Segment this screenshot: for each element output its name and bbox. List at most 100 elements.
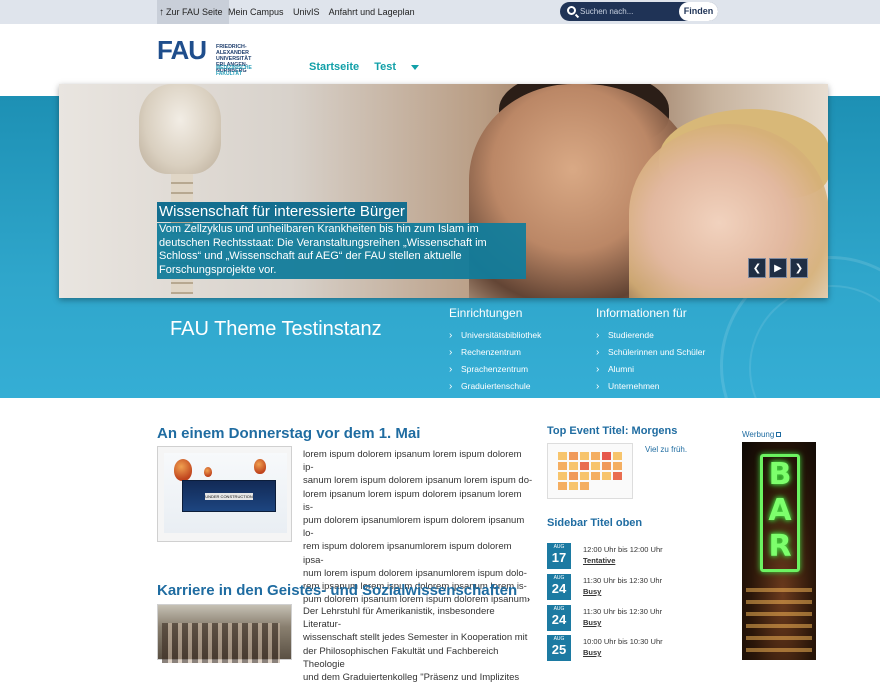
article-title[interactable]: Karriere in den Geistes- und Sozialwisse… — [157, 582, 517, 599]
thumbnail-image: UNDER CONSTRUCTION — [164, 453, 287, 533]
neon-letter: B — [768, 457, 792, 492]
event-status[interactable]: Busy — [583, 618, 601, 627]
link-rechenzentrum[interactable]: Rechenzentrum — [449, 344, 541, 361]
search-input[interactable] — [580, 4, 680, 19]
slider-prev-button[interactable]: ❮ — [748, 258, 766, 278]
excerpt-line: num lorem ispum dolorem ipsanumlorem isp… — [303, 567, 527, 579]
top-event-thumbnail[interactable] — [547, 443, 633, 499]
event-item[interactable]: AUG 24 11:30 Uhr bis 12:30 Uhr Busy — [547, 574, 697, 600]
calendar-cell — [580, 482, 589, 490]
calendar-cell — [613, 462, 622, 470]
links-heading: Einrichtungen — [449, 306, 523, 320]
event-date-badge: AUG 17 — [547, 543, 571, 569]
slide-caption-title[interactable]: Wissenschaft für interessierte Bürger — [157, 202, 407, 222]
article-thumbnail[interactable]: UNDER CONSTRUCTION — [157, 446, 292, 542]
calendar-cell — [580, 462, 589, 470]
event-day: 24 — [551, 612, 567, 627]
neon-letter: R — [768, 529, 792, 564]
link-univis[interactable]: UnivIS — [293, 7, 320, 17]
calendar-cell — [558, 482, 567, 490]
excerpt-line: lorem ipsanum lorem ispum dolorem ipsanu… — [303, 488, 522, 513]
excerpt-line: der Philosophischen Fakultät und Fachber… — [303, 645, 499, 670]
calendar-cell — [591, 452, 600, 460]
bar-advertisement[interactable]: B A R — [742, 442, 816, 660]
excerpt-line: und dem Graduiertenkolleg "Präsenz und I… — [303, 672, 520, 684]
event-status[interactable]: Busy — [583, 587, 601, 596]
article-excerpt: Der Lehrstuhl für Amerikanistik, insbeso… — [303, 605, 533, 684]
link-anfahrt[interactable]: Anfahrt und Lageplan — [329, 7, 415, 17]
event-time: 11:30 Uhr bis 12:30 Uhr — [583, 576, 663, 585]
top-event-title[interactable]: Top Event Titel: Morgens — [547, 425, 677, 437]
search-button[interactable]: Finden — [679, 2, 718, 21]
hero-slider: Wissenschaft für interessierte Bürger Vo… — [59, 84, 828, 298]
link-mein-campus[interactable]: Mein Campus — [228, 7, 284, 17]
search-bar: Finden — [560, 2, 718, 21]
event-item[interactable]: AUG 25 10:00 Uhr bis 10:30 Uhr Busy — [547, 635, 697, 661]
article-thumbnail[interactable] — [157, 604, 292, 663]
thumbnail-banner: UNDER CONSTRUCTION — [182, 480, 276, 512]
calendar-cell — [580, 452, 589, 460]
main-nav: Startseite Test — [309, 61, 443, 73]
logo-line: FRIEDRICH-ALEXANDER — [216, 44, 249, 56]
fau-home-link[interactable]: ↑ Zur FAU Seite — [157, 0, 229, 24]
link-unternehmen[interactable]: Unternehmen — [596, 378, 705, 395]
links-einrichtungen: Einrichtungen Universitätsbibliothek Rec… — [449, 306, 541, 395]
top-event-link[interactable]: Viel zu früh. — [645, 445, 687, 454]
excerpt-line: lorem ispum dolorem ipsanum lorem ispum … — [303, 449, 522, 474]
up-arrow-icon: ↑ — [159, 7, 164, 18]
audience-photo — [162, 623, 280, 663]
ad-label[interactable]: Werbung — [742, 430, 782, 439]
link-sprachenzentrum[interactable]: Sprachenzentrum — [449, 361, 541, 378]
balloon-image — [254, 459, 266, 474]
sidebar-list-title: Sidebar Titel oben — [547, 517, 643, 529]
skeleton-skull-image — [139, 84, 221, 174]
event-date-badge: AUG 25 — [547, 635, 571, 661]
calendar-cell — [558, 472, 567, 480]
calendar-cell — [580, 472, 589, 480]
event-status[interactable]: Busy — [583, 648, 601, 657]
nav-test[interactable]: Test — [374, 61, 431, 73]
calendar-cell — [558, 452, 567, 460]
link-studierende[interactable]: Studierende — [596, 327, 705, 344]
link-schuelerinnen[interactable]: Schülerinnen und Schüler — [596, 344, 705, 361]
logo-faculty: MEDIZINISCHE FAKULTÄT — [216, 65, 252, 77]
links-informationen-fuer: Informationen für Studierende Schülerinn… — [596, 306, 705, 395]
calendar-cell — [569, 462, 578, 470]
top-links: Mein Campus UnivIS Anfahrt und Lageplan — [228, 0, 422, 24]
chevron-down-icon — [411, 64, 420, 70]
neon-letter: A — [768, 493, 792, 528]
link-graduiertenschule[interactable]: Graduiertenschule — [449, 378, 541, 395]
calendar-cell — [613, 452, 622, 460]
excerpt-line: pum dolorem ipsanumlorem ispum dolorem i… — [303, 515, 525, 540]
search-icon — [567, 6, 576, 15]
balloon-image — [174, 459, 192, 481]
event-day: 17 — [551, 550, 567, 565]
excerpt-line: Der Lehrstuhl für Amerikanistik, insbeso… — [303, 606, 495, 631]
ad-label-text: Werbung — [742, 430, 775, 439]
nav-startseite[interactable]: Startseite — [309, 61, 359, 73]
event-status[interactable]: Tentative — [583, 556, 615, 565]
event-item[interactable]: AUG 24 11:30 Uhr bis 12:30 Uhr Busy — [547, 605, 697, 631]
link-universitaetsbibliothek[interactable]: Universitätsbibliothek — [449, 327, 541, 344]
article-title[interactable]: An einem Donnerstag vor dem 1. Mai — [157, 425, 420, 442]
logo-wordmark: FAU — [157, 35, 207, 65]
event-item[interactable]: AUG 17 12:00 Uhr bis 12:00 Uhr Tentative — [547, 543, 697, 569]
calendar-cell — [602, 472, 611, 480]
excerpt-line: rem ispum dolorem ipsanumlorem ispum dol… — [303, 541, 512, 566]
calendar-cell — [602, 462, 611, 470]
fau-logo[interactable]: FAU FRIEDRICH-ALEXANDER UNIVERSITÄT ERLA… — [157, 35, 277, 77]
slider-next-button[interactable]: ❯ — [790, 258, 808, 278]
fau-home-label: Zur FAU Seite — [166, 7, 223, 17]
slider-play-button[interactable]: ▶ — [769, 258, 787, 278]
calendar-cell — [569, 472, 578, 480]
event-time: 12:00 Uhr bis 12:00 Uhr — [583, 545, 663, 554]
read-more-icon[interactable]: › — [527, 594, 530, 605]
event-day: 24 — [551, 581, 567, 596]
calendar-cell — [591, 472, 600, 480]
event-day: 25 — [551, 642, 567, 657]
calendar-cell — [591, 462, 600, 470]
slide-caption-text: Vom Zellzyklus und unheilbaren Krankheit… — [157, 223, 526, 279]
calendar-cell — [569, 482, 578, 490]
nav-test-label: Test — [374, 61, 397, 73]
link-alumni[interactable]: Alumni — [596, 361, 705, 378]
